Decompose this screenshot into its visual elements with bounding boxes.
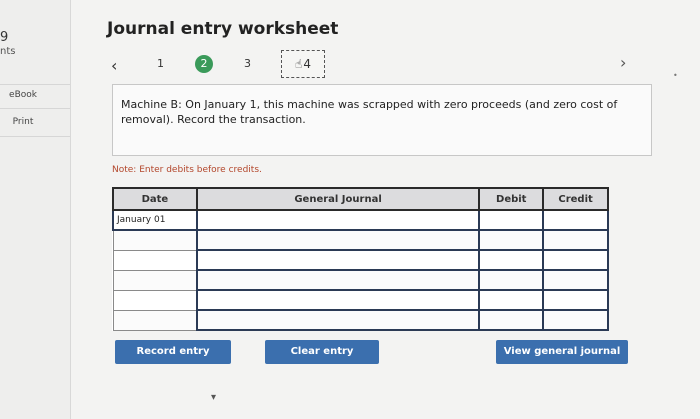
decorative-dot: • [673, 71, 678, 80]
account-cell[interactable] [195, 309, 481, 331]
record-entry-button[interactable]: Record entry [115, 340, 231, 364]
credit-cell[interactable] [542, 289, 609, 311]
account-cell[interactable] [195, 229, 481, 251]
ebook-link[interactable]: eBook [0, 90, 46, 100]
table-row [112, 229, 609, 251]
col-date: Date [112, 187, 198, 211]
sidebar-divider [0, 136, 70, 137]
col-general-journal: General Journal [195, 187, 481, 211]
view-general-journal-button[interactable]: View general journal [496, 340, 628, 364]
note-text: Note: Enter debits before credits. [112, 165, 262, 175]
date-cell[interactable] [112, 289, 198, 311]
date-cell[interactable]: January 01 [112, 209, 198, 231]
table-row: January 01 [112, 209, 609, 231]
date-cell[interactable] [112, 249, 198, 271]
date-cell[interactable] [112, 229, 198, 251]
worksheet-panel: Journal entry worksheet ‹ 1 2 3 ☝4 › • M… [71, 0, 700, 419]
debit-cell[interactable] [478, 289, 545, 311]
debit-cell[interactable] [478, 269, 545, 291]
col-debit: Debit [478, 187, 545, 211]
previous-step-icon[interactable]: ‹ [111, 56, 117, 75]
sidebar-divider [0, 108, 70, 109]
scroll-down-icon: ▾ [211, 392, 217, 403]
table-row [112, 249, 609, 271]
next-step-icon[interactable]: › [620, 53, 626, 72]
credit-cell[interactable] [542, 269, 609, 291]
step-2[interactable]: 2 [195, 55, 213, 73]
credit-cell[interactable] [542, 229, 609, 251]
page-title: Journal entry worksheet [107, 19, 339, 39]
points-label: nts [0, 46, 16, 57]
table-header-row: Date General Journal Debit Credit [112, 187, 609, 211]
account-cell[interactable] [195, 249, 481, 271]
account-cell[interactable] [195, 209, 481, 231]
debit-cell[interactable] [478, 249, 545, 271]
step-4-label: 4 [303, 57, 311, 71]
pointer-hand-icon: ☝ [295, 57, 303, 71]
step-4[interactable]: ☝4 [281, 50, 325, 78]
credit-cell[interactable] [542, 249, 609, 271]
credit-cell[interactable] [542, 309, 609, 331]
debit-cell[interactable] [478, 209, 545, 231]
date-cell[interactable] [112, 309, 198, 331]
question-box: Machine B: On January 1, this machine wa… [112, 84, 652, 156]
credit-cell[interactable] [542, 209, 609, 231]
left-sidebar: 9 nts eBook Print [0, 0, 71, 419]
table-row [112, 289, 609, 311]
journal-table: Date General Journal Debit Credit Januar… [112, 187, 609, 331]
points-number: 9 [0, 30, 9, 45]
debit-cell[interactable] [478, 229, 545, 251]
debit-cell[interactable] [478, 309, 545, 331]
clear-entry-button[interactable]: Clear entry [265, 340, 379, 364]
col-credit: Credit [542, 187, 609, 211]
table-row [112, 309, 609, 331]
account-cell[interactable] [195, 269, 481, 291]
date-cell[interactable] [112, 269, 198, 291]
step-3[interactable]: 3 [244, 57, 251, 70]
table-row [112, 269, 609, 291]
sidebar-divider [0, 84, 70, 85]
account-cell[interactable] [195, 289, 481, 311]
step-1[interactable]: 1 [157, 57, 164, 70]
print-link[interactable]: Print [0, 117, 46, 127]
